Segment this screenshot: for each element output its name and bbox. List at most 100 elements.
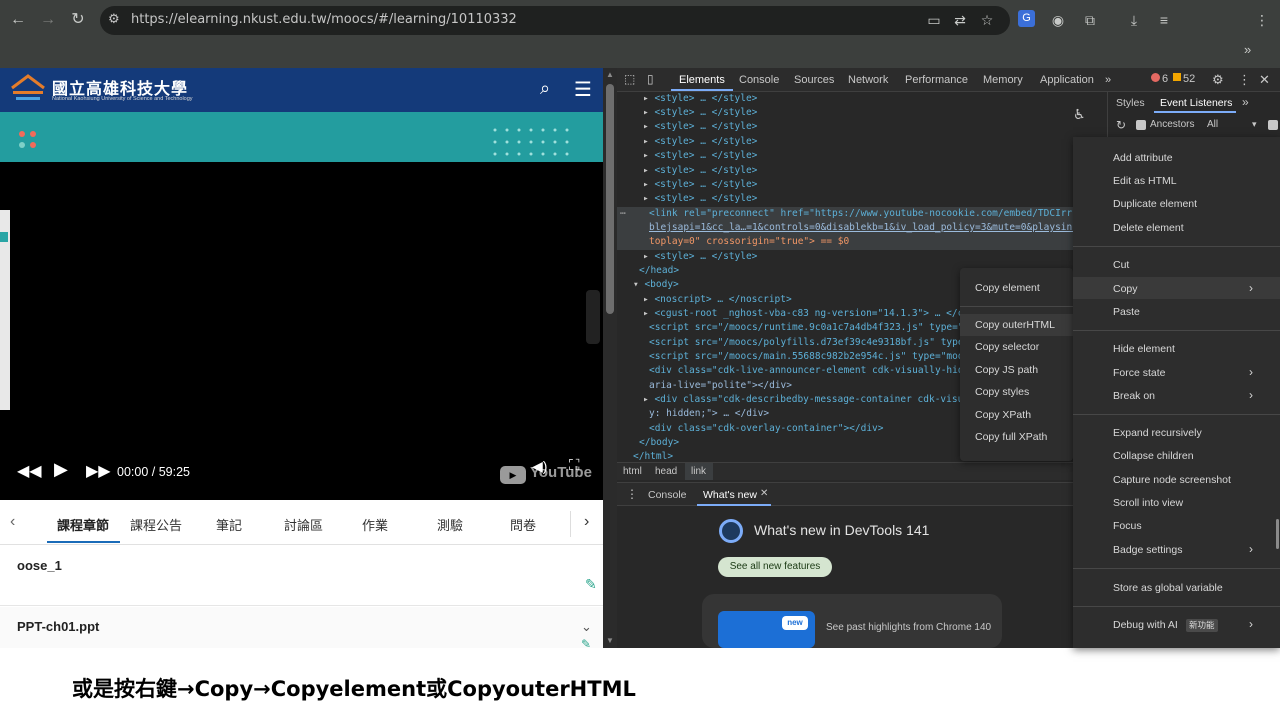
media-queue-icon[interactable]: ≡ bbox=[1154, 10, 1174, 30]
tab-application[interactable]: Application bbox=[1040, 74, 1094, 86]
video-scroll-thumb[interactable] bbox=[586, 290, 600, 344]
breadcrumb-link[interactable]: link bbox=[691, 466, 706, 477]
dom-node[interactable]: ▸ <style> … </style> bbox=[643, 135, 757, 149]
dom-node[interactable]: ▸ <style> … </style> bbox=[643, 192, 757, 206]
dom-node[interactable]: ▸ <style> … </style> bbox=[643, 120, 757, 134]
see-all-features-button[interactable]: See all new features bbox=[718, 557, 832, 577]
menu-copy[interactable]: Copy bbox=[1113, 283, 1138, 295]
video-player[interactable]: ◀◀ ▶ ▶▶ 00:00 / 59:25 ▶ YouTube ◀) ⛶ bbox=[0, 162, 603, 500]
dom-node[interactable]: ▸ <style> … </style> bbox=[643, 106, 757, 120]
address-bar[interactable]: ⚙ https://elearning.nkust.edu.tw/moocs/#… bbox=[100, 6, 1010, 35]
ancestors-checkbox[interactable] bbox=[1136, 120, 1146, 130]
drawer-tab-whats-new[interactable]: What's new bbox=[703, 489, 757, 501]
dom-node[interactable]: <script src="/moocs/runtime.9c0a1c7a4db4… bbox=[649, 321, 981, 335]
tab-homework[interactable]: 作業 bbox=[362, 515, 388, 534]
menu-copy-xpath[interactable]: Copy XPath bbox=[975, 409, 1031, 421]
tab-performance[interactable]: Performance bbox=[905, 74, 968, 86]
menu-cut[interactable]: Cut bbox=[1113, 259, 1129, 271]
tab-quiz[interactable]: 測驗 bbox=[437, 515, 463, 534]
tab-network[interactable]: Network bbox=[848, 74, 888, 86]
menu-duplicate-element[interactable]: Duplicate element bbox=[1113, 198, 1197, 210]
dom-node[interactable]: <script src="/moocs/polyfills.d73ef39c4e… bbox=[649, 336, 981, 350]
kebab-menu-icon[interactable]: ⋮ bbox=[1252, 10, 1272, 30]
edit-icon[interactable]: ✎ bbox=[581, 637, 591, 648]
google-translate-extension-icon[interactable]: G bbox=[1018, 10, 1035, 27]
dom-node[interactable]: ▾ <body> bbox=[633, 278, 679, 292]
menu-break-on[interactable]: Break on bbox=[1113, 390, 1155, 402]
breadcrumb-html[interactable]: html bbox=[623, 466, 642, 477]
menu-focus[interactable]: Focus bbox=[1113, 520, 1142, 532]
scroll-down-arrow-icon[interactable]: ▼ bbox=[603, 636, 617, 648]
close-drawer-tab-icon[interactable]: ✕ bbox=[760, 488, 768, 499]
menu-paste[interactable]: Paste bbox=[1113, 306, 1140, 318]
cast-icon[interactable]: ▭ bbox=[924, 10, 944, 30]
fast-forward-icon[interactable]: ▶▶ bbox=[86, 461, 111, 481]
menu-force-state[interactable]: Force state bbox=[1113, 367, 1166, 379]
warning-count[interactable]: 52 bbox=[1183, 73, 1195, 85]
dom-node[interactable]: ▸ <cgust-root _nghost-vba-c83 ng-version… bbox=[643, 307, 986, 321]
menu-badge-settings[interactable]: Badge settings bbox=[1113, 544, 1182, 556]
menu-store-as-global-variable[interactable]: Store as global variable bbox=[1113, 582, 1223, 594]
tabs-prev-icon[interactable]: ‹ bbox=[10, 513, 15, 531]
dom-node[interactable]: ▸ <style> … </style> bbox=[643, 250, 757, 264]
dom-node[interactable]: <script src="/moocs/main.55688c982b2e954… bbox=[649, 350, 981, 364]
close-devtools-icon[interactable]: ✕ bbox=[1259, 72, 1270, 88]
tab-forum[interactable]: 討論區 bbox=[284, 515, 323, 534]
scroll-up-arrow-icon[interactable]: ▲ bbox=[603, 70, 617, 80]
highlights-card[interactable]: new See past highlights from Chrome 140 bbox=[702, 594, 1002, 648]
inspect-element-icon[interactable]: ⬚ bbox=[624, 72, 635, 86]
menu-debug-with-ai[interactable]: Debug with AI bbox=[1113, 619, 1178, 631]
more-side-tabs-icon[interactable]: » bbox=[1242, 95, 1249, 109]
reload-icon[interactable]: ↻ bbox=[66, 8, 90, 32]
forward-icon[interactable]: → bbox=[36, 8, 60, 32]
dom-node[interactable]: <div class="cdk-live-announcer-element c… bbox=[649, 364, 981, 378]
play-icon[interactable]: ▶ bbox=[54, 459, 68, 480]
fullscreen-icon[interactable]: ⛶ bbox=[569, 457, 580, 474]
site-info-icon[interactable]: ⚙ bbox=[108, 11, 120, 27]
dom-node[interactable]: ▸ <style> … </style> bbox=[643, 92, 757, 106]
dom-node[interactable]: ▸ <noscript> … </noscript> bbox=[643, 293, 792, 307]
breadcrumb-head[interactable]: head bbox=[655, 466, 677, 477]
menu-capture-node-screenshot[interactable]: Capture node screenshot bbox=[1113, 474, 1231, 486]
rewind-icon[interactable]: ◀◀ bbox=[17, 461, 42, 481]
back-icon[interactable]: ← bbox=[6, 8, 30, 32]
devtools-menu-icon[interactable]: ⋮ bbox=[1238, 72, 1251, 88]
list-item[interactable]: PPT-ch01.ppt ⌄ ✎ bbox=[0, 607, 603, 648]
hamburger-menu-icon[interactable]: ☰ bbox=[574, 77, 592, 102]
dom-node[interactable]: ▸ <div class="cdk-describedby-message-co… bbox=[643, 393, 986, 407]
bookmark-star-icon[interactable]: ☆ bbox=[977, 10, 997, 30]
menu-scroll-into-view[interactable]: Scroll into view bbox=[1113, 497, 1183, 509]
chevron-down-icon[interactable]: ⌄ bbox=[581, 619, 592, 635]
download-icon[interactable]: ⤓ bbox=[1124, 10, 1144, 30]
tab-memory[interactable]: Memory bbox=[983, 74, 1023, 86]
chevron-more-icon[interactable]: » bbox=[1244, 42, 1251, 57]
menu-copy-styles[interactable]: Copy styles bbox=[975, 386, 1029, 398]
page-scroll-thumb[interactable] bbox=[606, 84, 614, 314]
menu-hide-element[interactable]: Hide element bbox=[1113, 343, 1175, 355]
selected-dom-node[interactable]: <link rel="preconnect" href="https://www… bbox=[649, 207, 1107, 221]
menu-delete-element[interactable]: Delete element bbox=[1113, 222, 1184, 234]
dom-node[interactable]: <div class="cdk-overlay-container"></div… bbox=[649, 422, 884, 436]
tab-survey[interactable]: 問卷 bbox=[510, 515, 536, 534]
menu-copy-element[interactable]: Copy element bbox=[975, 282, 1040, 294]
menu-copy-outerhtml[interactable]: Copy outerHTML bbox=[975, 319, 1055, 331]
edit-icon[interactable]: ✎ bbox=[585, 576, 597, 593]
accessibility-tree-icon[interactable]: ♿ bbox=[1073, 106, 1086, 123]
menu-copy-js-path[interactable]: Copy JS path bbox=[975, 364, 1038, 376]
list-item[interactable]: oose_1 ✎ bbox=[0, 546, 603, 606]
dom-node[interactable]: ▸ <style> … </style> bbox=[643, 178, 757, 192]
tab-notes[interactable]: 筆記 bbox=[216, 515, 242, 534]
refresh-icon[interactable]: ↻ bbox=[1116, 118, 1126, 132]
page-scrollbar[interactable] bbox=[603, 68, 617, 648]
device-toolbar-icon[interactable]: ▯ bbox=[647, 72, 654, 86]
side-tab-styles[interactable]: Styles bbox=[1116, 97, 1145, 109]
tabs-next-icon[interactable]: › bbox=[584, 513, 589, 531]
dom-node[interactable]: </head> bbox=[639, 264, 679, 278]
youtube-logo-icon[interactable]: ▶ bbox=[500, 466, 526, 484]
side-tab-event-listeners[interactable]: Event Listeners bbox=[1160, 97, 1232, 109]
tab-sources[interactable]: Sources bbox=[794, 74, 834, 86]
chat-extension-icon[interactable]: ◉ bbox=[1048, 10, 1068, 30]
menu-copy-full-xpath[interactable]: Copy full XPath bbox=[975, 431, 1047, 443]
dom-node[interactable]: </body> bbox=[639, 436, 679, 450]
drawer-tab-console[interactable]: Console bbox=[648, 489, 687, 501]
